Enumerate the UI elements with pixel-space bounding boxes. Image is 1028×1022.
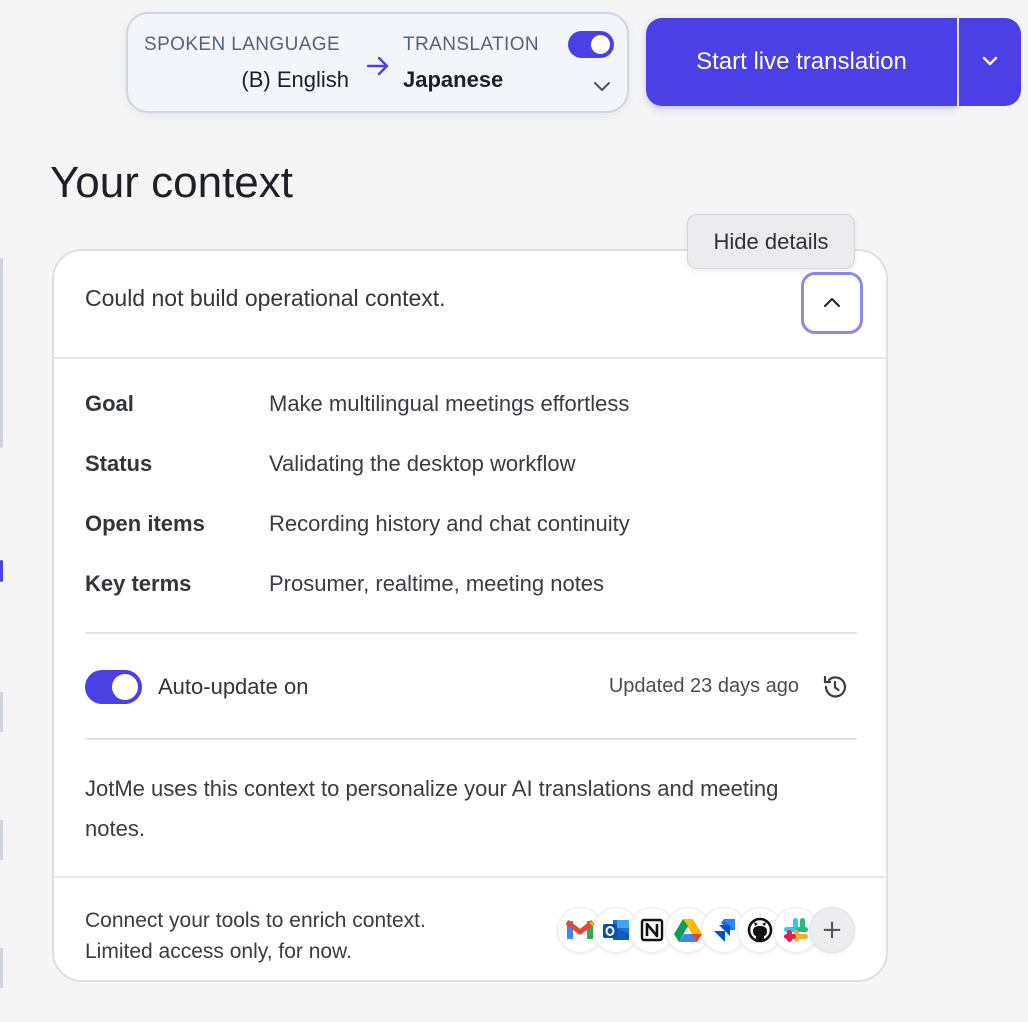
detail-key: Status	[85, 451, 153, 476]
context-details: Goal Make multilingual meetings effortle…	[85, 387, 865, 627]
detail-key: Goal	[85, 391, 134, 416]
offscreen-accent-edge	[0, 560, 3, 582]
context-status-message: Could not build operational context.	[85, 285, 446, 311]
chevron-down-icon	[979, 53, 1001, 72]
auto-update-toggle[interactable]	[85, 670, 142, 704]
auto-update-label: Auto-update on	[158, 674, 309, 699]
spoken-language-value[interactable]: (B) English	[241, 67, 349, 93]
detail-row-open-items: Open items Recording history and chat co…	[85, 507, 865, 567]
context-card: Could not build operational context. Goa…	[52, 249, 888, 982]
history-icon[interactable]	[819, 671, 851, 703]
toggle-knob	[112, 674, 138, 700]
chevron-up-icon	[821, 294, 843, 313]
detail-value: Validating the desktop workflow	[269, 451, 576, 476]
page-title: Your context	[50, 158, 293, 207]
plus-icon: +	[821, 915, 843, 945]
chevron-down-icon[interactable]	[592, 78, 612, 97]
detail-value: Prosumer, realtime, meeting notes	[269, 571, 605, 596]
updated-timestamp: Updated 23 days ago	[608, 675, 799, 697]
detail-value: Make multilingual meetings effortless	[269, 391, 630, 416]
tool-integrations: +	[557, 907, 855, 957]
language-selector[interactable]: SPOKEN LANGUAGE (B) English TRANSLATION …	[126, 12, 629, 113]
connect-tools-footer: Connect your tools to enrich context. Li…	[54, 876, 886, 980]
detail-value: Recording history and chat continuity	[269, 511, 630, 536]
connect-tools-text: Connect your tools to enrich context. Li…	[85, 905, 426, 967]
divider	[85, 632, 857, 634]
start-options-button[interactable]	[959, 18, 1021, 106]
detail-row-goal: Goal Make multilingual meetings effortle…	[85, 387, 865, 447]
offscreen-panel-edge	[0, 258, 3, 448]
divider	[85, 738, 857, 740]
offscreen-field-edge	[0, 692, 3, 732]
spoken-language-caption: SPOKEN LANGUAGE	[144, 34, 341, 55]
collapse-details-button[interactable]	[801, 272, 863, 334]
detail-row-key-terms: Key terms Prosumer, realtime, meeting no…	[85, 567, 865, 627]
add-integration-button[interactable]: +	[809, 907, 855, 953]
context-info-text: JotMe uses this context to personalize y…	[85, 776, 779, 841]
detail-key: Open items	[85, 511, 205, 536]
start-button-label: Start live translation	[696, 48, 907, 75]
toggle-knob	[591, 35, 610, 54]
offscreen-field-edge	[0, 948, 3, 988]
detail-key: Key terms	[85, 571, 192, 596]
auto-update-row: Auto-update on Updated 23 days ago	[85, 669, 857, 705]
start-live-translation-button[interactable]: Start live translation	[646, 18, 957, 106]
translation-language-value[interactable]: Japanese	[403, 67, 503, 93]
arrow-right-icon	[364, 52, 392, 84]
detail-row-status: Status Validating the desktop workflow	[85, 447, 865, 507]
connect-tools-line-1: Connect your tools to enrich context.	[85, 909, 426, 932]
connect-tools-line-2: Limited access only, for now.	[85, 940, 352, 963]
offscreen-field-edge	[0, 820, 3, 860]
hide-details-tooltip: Hide details	[687, 214, 855, 269]
translation-caption: TRANSLATION	[403, 34, 540, 55]
translation-toggle[interactable]	[568, 31, 614, 58]
